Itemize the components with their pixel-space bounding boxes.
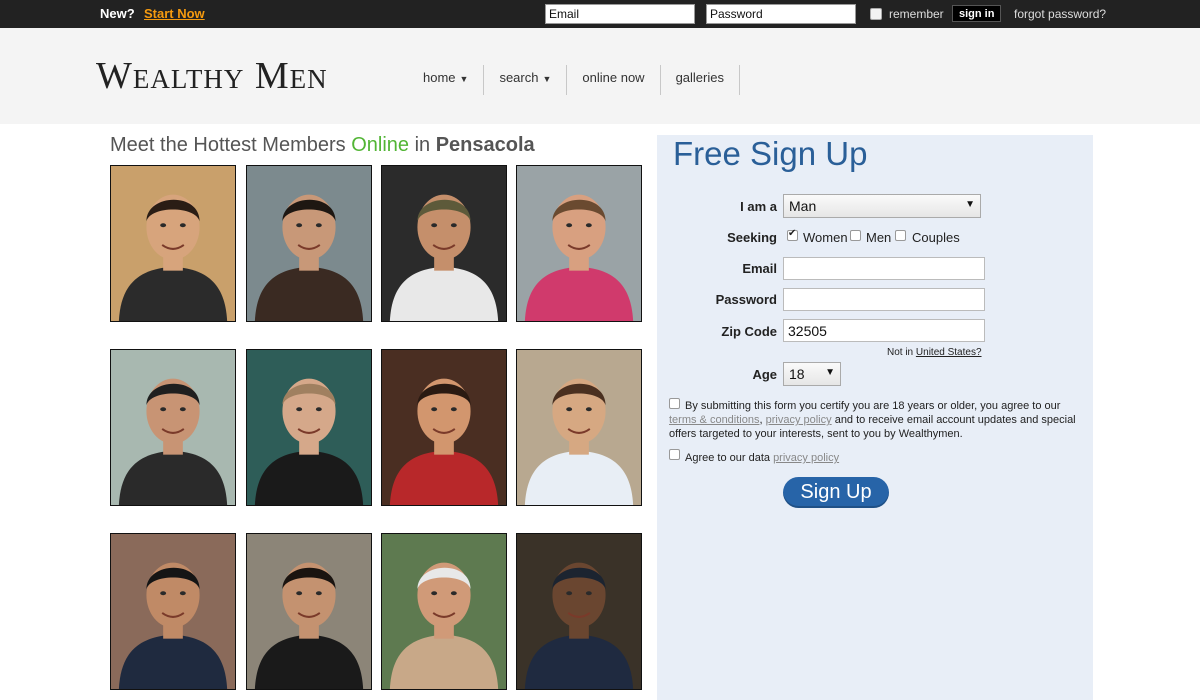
not-in-prefix: Not in: [887, 347, 916, 358]
member-portrait: [247, 166, 371, 321]
members-heading-city: Pensacola: [435, 134, 535, 156]
email-field[interactable]: [783, 257, 985, 280]
member-portrait: [517, 350, 641, 505]
member-portrait: [382, 350, 506, 505]
chevron-down-icon: ▼: [965, 199, 975, 210]
seeking-men-checkbox[interactable]: [850, 230, 861, 241]
member-photo[interactable]: [381, 165, 507, 322]
password-label: Password: [715, 292, 777, 307]
member-portrait: [517, 534, 641, 689]
member-portrait: [247, 534, 371, 689]
seeking-couples-checkbox[interactable]: [895, 230, 906, 241]
top-bar: New? Start Now remember sign in forgot p…: [0, 0, 1200, 28]
agree-text: Agree to our data privacy policy: [685, 451, 1097, 465]
age-label: Age: [752, 367, 777, 382]
seeking-label: Seeking: [727, 230, 777, 245]
members-heading-prefix: Meet the Hottest Members: [110, 134, 352, 156]
iama-select[interactable]: Man ▼: [783, 194, 981, 218]
nav-galleries[interactable]: galleries: [661, 65, 740, 95]
zip-label: Zip Code: [721, 324, 777, 339]
seeking-women-label: Women: [803, 230, 848, 245]
seeking-couples-label: Couples: [912, 230, 960, 245]
email-label: Email: [742, 261, 777, 276]
new-label: New?: [100, 6, 135, 21]
nav-home[interactable]: home ▼: [408, 65, 485, 95]
login-password-input[interactable]: [706, 4, 856, 24]
members-heading-online: Online: [351, 134, 410, 156]
seeking-women-checkbox[interactable]: [787, 228, 798, 241]
remember-checkbox[interactable]: [870, 8, 882, 20]
members-heading-in: in: [409, 134, 436, 156]
member-photo[interactable]: [381, 533, 507, 690]
member-portrait: [517, 166, 641, 321]
member-photo[interactable]: [516, 165, 642, 322]
member-photo[interactable]: [381, 349, 507, 506]
member-photo[interactable]: [110, 349, 236, 506]
member-photo[interactable]: [516, 349, 642, 506]
agree-checkbox[interactable]: [669, 449, 680, 460]
member-photo[interactable]: [246, 349, 372, 506]
member-photo[interactable]: [110, 165, 236, 322]
members-heading: Meet the Hottest Members Online in Pensa…: [110, 134, 535, 157]
agree-privacy-link[interactable]: privacy policy: [773, 452, 839, 464]
password-field[interactable]: [783, 288, 985, 311]
sign-up-button[interactable]: Sign Up: [783, 477, 889, 508]
forgot-password-link[interactable]: forgot password?: [1014, 7, 1106, 21]
chevron-down-icon: ▼: [825, 367, 835, 378]
member-portrait: [247, 350, 371, 505]
nav-galleries-label: galleries: [675, 70, 724, 85]
site-header: Wealthy Men home ▼ search ▼ online now gal…: [0, 28, 1200, 124]
agree-prefix: Agree to our data: [685, 452, 774, 464]
zip-field[interactable]: [783, 319, 985, 342]
site-logo[interactable]: Wealthy Men: [96, 54, 328, 98]
sign-in-button[interactable]: sign in: [952, 5, 1002, 22]
terms-text: By submitting this form you certify you …: [669, 399, 1081, 441]
member-photo[interactable]: [246, 165, 372, 322]
terms-privacy-link[interactable]: privacy policy: [766, 414, 832, 426]
signup-panel: Free Sign Up I am a Man ▼ Seeking Women M…: [657, 135, 1093, 700]
nav-online-now[interactable]: online now: [567, 65, 661, 95]
member-portrait: [382, 534, 506, 689]
member-portrait: [111, 350, 235, 505]
member-photo[interactable]: [246, 533, 372, 690]
signup-title: Free Sign Up: [673, 135, 868, 172]
seeking-men-label: Men: [866, 230, 892, 245]
member-photo[interactable]: [110, 533, 236, 690]
main-nav: home ▼ search ▼ online now galleries: [408, 65, 740, 95]
member-portrait: [111, 166, 235, 321]
age-value: 18: [789, 366, 805, 382]
chevron-down-icon: ▼: [459, 74, 469, 84]
not-in-country-note: Not in United States?: [887, 347, 982, 358]
nav-search[interactable]: search ▼: [484, 65, 568, 95]
remember-label: remember: [889, 7, 944, 21]
terms-conditions-link[interactable]: terms & conditions: [669, 414, 759, 426]
iama-label: I am a: [740, 199, 777, 214]
age-select[interactable]: 18 ▼: [783, 362, 841, 386]
nav-search-label: search: [499, 70, 539, 85]
member-photo[interactable]: [516, 533, 642, 690]
member-portrait: [382, 166, 506, 321]
country-link[interactable]: United States?: [916, 347, 982, 358]
start-now-link[interactable]: Start Now: [144, 6, 205, 21]
login-email-input[interactable]: [545, 4, 695, 24]
nav-home-label: home: [423, 70, 456, 85]
chevron-down-icon: ▼: [542, 74, 552, 84]
member-portrait: [111, 534, 235, 689]
terms-part1: By submitting this form you certify you …: [685, 400, 1061, 412]
nav-online-now-label: online now: [582, 70, 645, 85]
iama-value: Man: [789, 198, 817, 214]
